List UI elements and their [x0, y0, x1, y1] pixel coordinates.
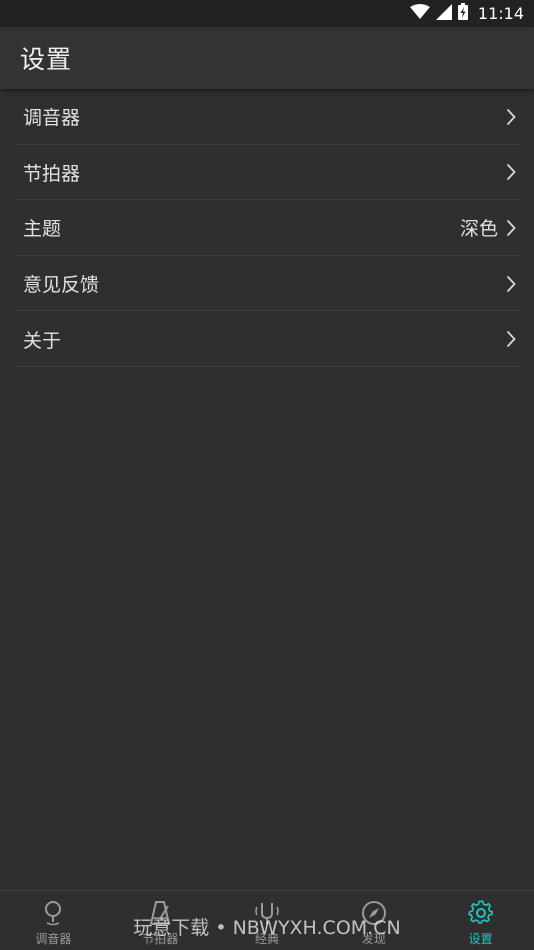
settings-list: 调音器 节拍器 主题 深色 意见反馈 关于 [0, 89, 534, 367]
metronome-icon [146, 899, 174, 927]
bottom-nav: 调音器 节拍器 经典 发现 设置 [0, 890, 534, 950]
nav-tab-label: 经典 [254, 932, 279, 946]
tuner-icon [39, 899, 67, 927]
nav-tab-settings[interactable]: 设置 [427, 891, 534, 950]
nav-tab-label: 节拍器 [142, 932, 179, 946]
status-bar: 11:14 [0, 0, 534, 27]
nav-tab-label: 设置 [468, 932, 493, 946]
settings-item-value: 深色 [459, 218, 498, 241]
page-title: 设置 [20, 45, 73, 74]
chevron-right-icon [506, 330, 520, 348]
wifi-icon [409, 3, 430, 24]
settings-item-label: 意见反馈 [23, 274, 100, 297]
nav-tab-metronome[interactable]: 节拍器 [107, 891, 214, 950]
status-time: 11:14 [477, 4, 524, 23]
signal-icon [435, 3, 452, 24]
nav-tab-label: 调音器 [35, 932, 72, 946]
settings-item-metronome[interactable]: 节拍器 [0, 145, 534, 201]
nav-tab-label: 发现 [361, 932, 386, 946]
settings-item-tuner[interactable]: 调音器 [0, 89, 534, 145]
settings-item-about[interactable]: 关于 [0, 311, 534, 367]
compass-icon [360, 899, 388, 927]
nav-tab-tuner[interactable]: 调音器 [0, 891, 107, 950]
gear-icon [467, 899, 495, 927]
nav-tab-classic[interactable]: 经典 [214, 891, 321, 950]
chevron-right-icon [506, 108, 520, 126]
settings-item-label: 调音器 [23, 107, 81, 130]
tuning-fork-icon [253, 899, 281, 927]
nav-tab-discover[interactable]: 发现 [320, 891, 427, 950]
chevron-right-icon [506, 219, 520, 237]
settings-item-label: 关于 [23, 329, 62, 352]
app-bar: 设置 [0, 27, 534, 89]
battery-icon [457, 3, 468, 24]
settings-item-label: 主题 [23, 218, 62, 241]
chevron-right-icon [506, 163, 520, 181]
settings-item-theme[interactable]: 主题 深色 [0, 200, 534, 256]
chevron-right-icon [506, 275, 520, 293]
settings-item-label: 节拍器 [23, 162, 81, 185]
settings-item-feedback[interactable]: 意见反馈 [0, 256, 534, 312]
